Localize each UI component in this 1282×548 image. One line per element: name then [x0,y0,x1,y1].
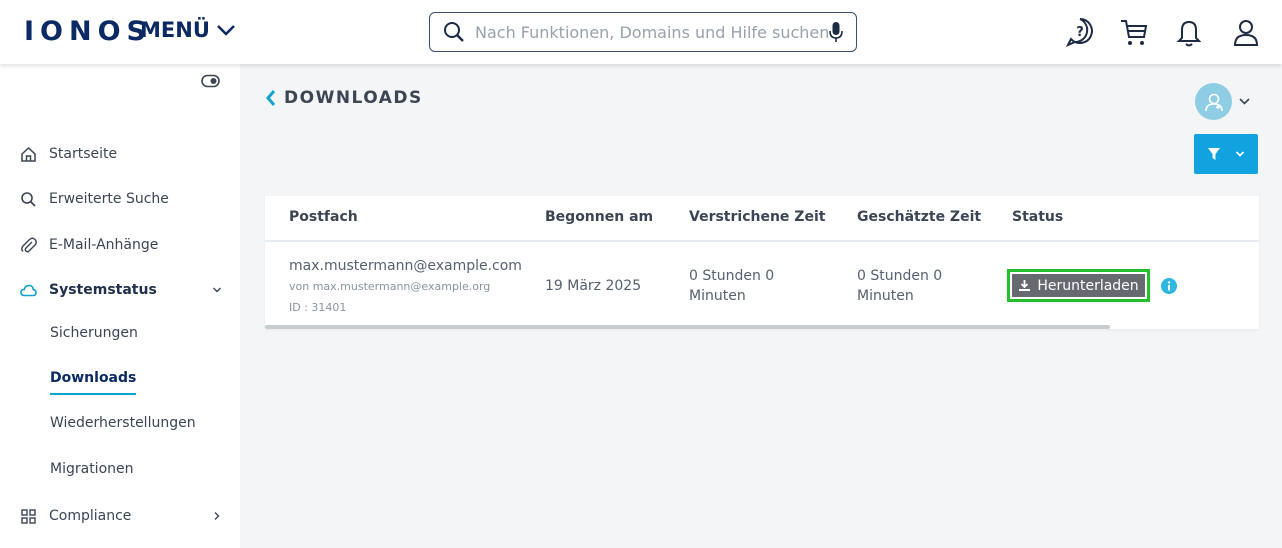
download-button[interactable]: Herunterladen [1012,274,1145,297]
microphone-icon[interactable] [828,20,844,44]
mailbox-id: ID : 31401 [289,301,347,314]
header-divider [265,240,1259,242]
download-button-label: Herunterladen [1037,277,1139,294]
sidebar-item-startseite[interactable]: Startseite [0,139,240,169]
user-switch-icon [1204,93,1223,111]
search-bar [429,12,857,52]
downloads-table: Postfach Begonnen am Verstrichene Zeit G… [265,196,1259,329]
chevron-down-icon [1235,151,1245,157]
chevron-down-icon[interactable] [1238,96,1251,106]
column-header-geschaetzt[interactable]: Geschätzte Zeit [857,209,981,225]
filter-icon [1208,148,1220,160]
sidebar-subitem-downloads[interactable]: Downloads [50,370,137,395]
svg-text:?: ? [1076,25,1084,40]
started-date: 19 März 2025 [545,278,642,294]
ionos-logo[interactable]: IONOS [24,16,152,47]
sidebar-item-label: Startseite [49,146,118,162]
home-icon [21,146,36,162]
sidebar-toggle-icon[interactable] [201,74,220,88]
sidebar-item-compliance[interactable]: Compliance [0,501,240,531]
download-highlight: Herunterladen [1007,269,1150,302]
sidebar-item-email-anhaenge[interactable]: E-Mail-Anhänge [0,230,240,260]
top-header: IONOS MENÜ ? [0,0,1282,64]
page-title: DOWNLOADS [284,88,423,108]
search-icon [444,22,464,42]
cloud-icon [20,284,37,296]
estimated-time: 0 Stunden 0 Minuten [857,268,943,304]
column-header-begonnen[interactable]: Begonnen am [545,209,653,225]
sidebar-item-label: E-Mail-Anhänge [49,237,159,253]
sidebar-item-label: Systemstatus [49,282,157,298]
menu-label: MENÜ [140,18,210,42]
grid-icon [21,508,36,524]
sidebar-item-systemstatus[interactable]: Systemstatus [0,275,240,305]
sidebar-item-label: Erweiterte Suche [49,191,169,207]
chevron-down-icon [216,25,235,36]
help-icon[interactable]: ? [1065,16,1095,48]
chevron-right-icon [214,512,220,520]
sidebar-item-label: Compliance [49,508,132,524]
sidebar-subitem-wiederherstellungen[interactable]: Wiederherstellungen [50,415,196,439]
column-header-postfach[interactable]: Postfach [289,209,358,225]
account-avatar[interactable] [1195,83,1232,120]
elapsed-time: 0 Stunden 0 Minuten [689,268,775,304]
column-header-status[interactable]: Status [1012,209,1063,225]
cart-icon[interactable] [1119,16,1149,48]
search-icon [21,191,36,207]
mailbox-source: von max.mustermann@example.org [289,280,491,293]
back-arrow-icon[interactable] [264,88,278,108]
horizontal-scrollbar[interactable] [265,325,1110,329]
sidebar: Startseite Erweiterte Suche E-Mail-Anhän… [0,64,240,548]
column-header-verstrichen[interactable]: Verstrichene Zeit [689,209,825,225]
paperclip-icon [21,237,37,252]
sidebar-subitem-sicherungen[interactable]: Sicherungen [50,325,138,349]
sidebar-item-erweiterte-suche[interactable]: Erweiterte Suche [0,184,240,214]
user-icon[interactable] [1231,16,1261,48]
menu-button[interactable]: MENÜ [140,18,236,42]
bell-icon[interactable] [1174,16,1204,48]
download-icon [1019,280,1031,291]
search-input[interactable] [475,22,828,42]
chevron-down-icon [213,287,221,293]
info-icon[interactable] [1161,278,1177,294]
sidebar-subitem-migrationen[interactable]: Migrationen [50,461,134,485]
mailbox-address: max.mustermann@example.com [289,258,522,274]
filter-button[interactable] [1194,134,1258,174]
